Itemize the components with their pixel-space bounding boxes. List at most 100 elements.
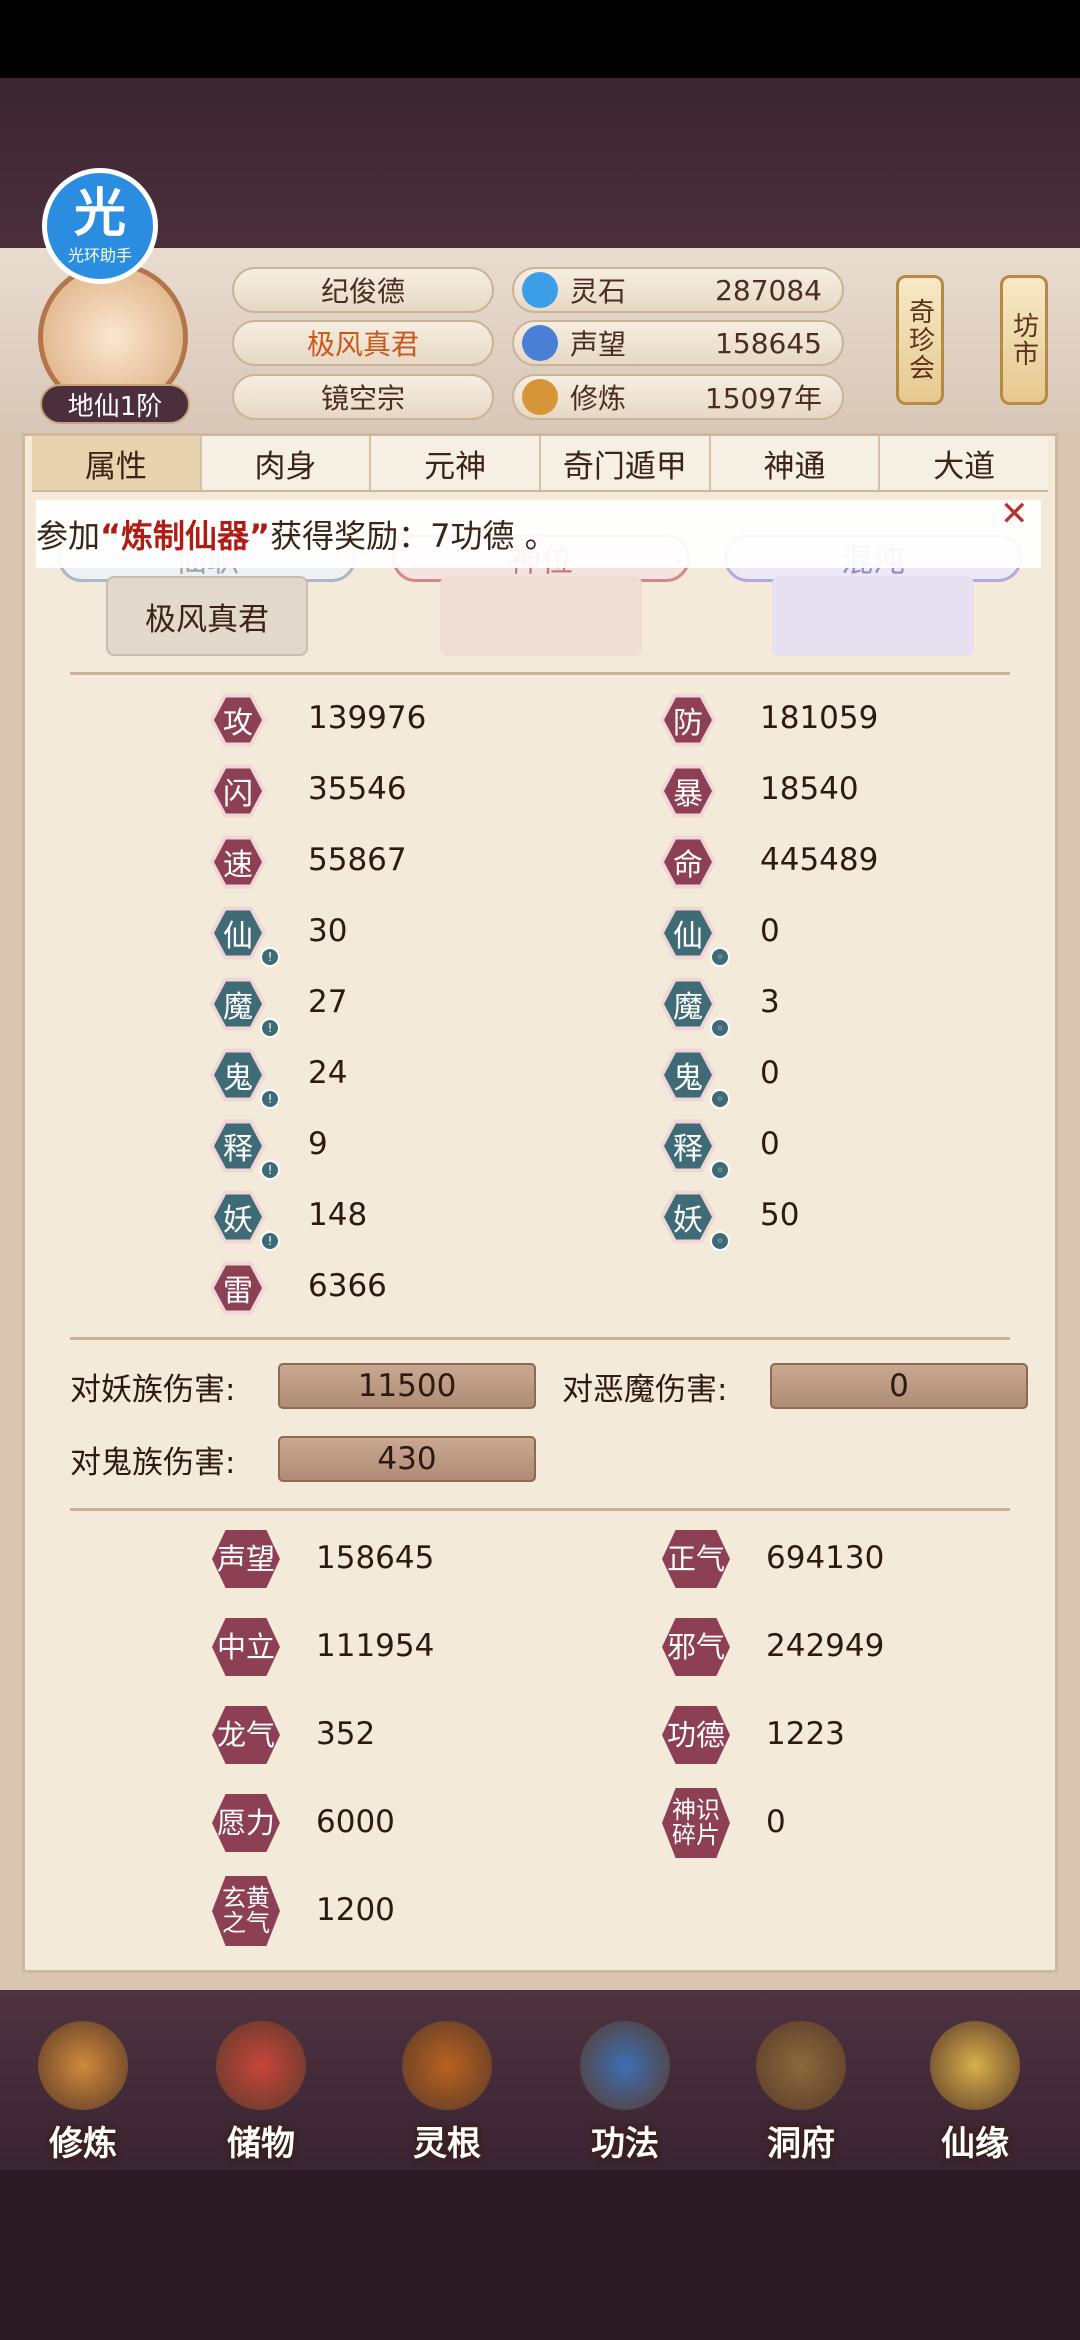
halo-assistant-button[interactable]: 光 光环助手 xyxy=(42,168,158,284)
stat-glyph: 释 xyxy=(664,1123,712,1169)
stat-value-left-3: 30 xyxy=(308,913,348,949)
resource-value: 287084 xyxy=(715,273,822,307)
stat-value-left-6: 9 xyxy=(308,1126,328,1162)
nav-spirit-root[interactable]: 灵根 xyxy=(382,2015,512,2165)
top-banner xyxy=(0,78,1080,248)
stat-value-right-3: 0 xyxy=(760,913,780,949)
tab-body[interactable]: 肉身 xyxy=(202,436,372,490)
tab-attributes[interactable]: 属性 xyxy=(32,436,202,490)
stat-glyph: 仙 xyxy=(214,910,262,956)
stat-glyph: 闪 xyxy=(214,768,262,814)
nav-label: 灵根 xyxy=(413,2124,481,2164)
info-icon[interactable]: ! xyxy=(260,1089,280,1109)
nav-cultivate[interactable]: 修炼 xyxy=(18,2015,148,2165)
damage-value-evil-demon: 0 xyxy=(770,1363,1028,1409)
resource-reputation: 声望 158645 xyxy=(512,320,844,366)
divider xyxy=(70,1337,1010,1340)
stat-glyph: 妖 xyxy=(214,1194,262,1240)
dragon-qi-stat-icon: 龙气 xyxy=(212,1706,280,1764)
neutral-stat-value: 111954 xyxy=(316,1628,435,1664)
stat-glyph: 防 xyxy=(664,697,712,743)
divine-rank-value xyxy=(440,576,642,656)
close-icon[interactable]: ✕ xyxy=(1000,494,1029,534)
info-icon[interactable]: ! xyxy=(260,947,280,967)
info-icon[interactable]: ! xyxy=(260,1231,280,1251)
shield-icon[interactable]: ◦ xyxy=(710,1018,730,1038)
halo-glyph: 光 xyxy=(73,184,126,244)
damage-label-evil-demon: 对恶魔伤害: xyxy=(562,1372,728,1408)
tab-qimen[interactable]: 奇门遁甲 xyxy=(541,436,711,490)
storage-bag-icon xyxy=(216,2021,306,2110)
righteous-stat-icon: 正气 xyxy=(662,1530,730,1588)
stat-glyph: 魔 xyxy=(214,981,262,1027)
stat-value-right-5: 0 xyxy=(760,1055,780,1091)
stat-value-left-8: 6366 xyxy=(308,1268,387,1304)
stat-value-right-2: 445489 xyxy=(760,842,879,878)
treasure-auction-button[interactable]: 奇珍会 xyxy=(896,275,944,405)
player-sect: 镜空宗 xyxy=(232,374,494,420)
resource-cultivation: 修炼 15097年 xyxy=(512,374,844,420)
stat-value-right-0: 181059 xyxy=(760,700,879,736)
reputation-stat-icon: 声望 xyxy=(212,1530,280,1588)
stat-value-left-0: 139976 xyxy=(308,700,427,736)
stat-glyph: 魔 xyxy=(664,981,712,1027)
evil-stat-icon: 邪气 xyxy=(662,1618,730,1676)
stat-glyph: 鬼 xyxy=(664,1052,712,1098)
stat-value-left-4: 27 xyxy=(308,984,348,1020)
status-bar xyxy=(0,0,1080,78)
stat-glyph: 释 xyxy=(214,1123,262,1169)
player-name: 纪俊德 xyxy=(232,267,494,313)
nav-label: 储物 xyxy=(227,2124,295,2164)
stat-glyph: 仙 xyxy=(664,910,712,956)
stat-glyph: 攻 xyxy=(214,697,262,743)
righteous-stat-value: 694130 xyxy=(766,1540,885,1576)
stat-value-left-1: 35546 xyxy=(308,771,407,807)
stat-value-left-2: 55867 xyxy=(308,842,407,878)
dragon-qi-stat-value: 352 xyxy=(316,1716,376,1752)
notice-suffix: 获得奖励：7功德 。 xyxy=(270,517,557,555)
nav-technique-book[interactable]: 功法 xyxy=(560,2015,690,2165)
shield-icon[interactable]: ◦ xyxy=(710,1089,730,1109)
stat-glyph: 妖 xyxy=(664,1194,712,1240)
stat-glyph: 速 xyxy=(214,839,262,885)
attribute-panel-inner xyxy=(22,433,1058,1973)
shield-icon[interactable]: ◦ xyxy=(710,1231,730,1251)
tab-divine-arts[interactable]: 神通 xyxy=(711,436,881,490)
tab-great-dao[interactable]: 大道 xyxy=(880,436,1048,490)
wish-power-stat-icon: 愿力 xyxy=(212,1794,280,1852)
nav-label: 洞府 xyxy=(767,2124,835,2164)
stat-value-right-1: 18540 xyxy=(760,771,859,807)
soul-shard-stat-icon: 神识 碎片 xyxy=(662,1788,730,1858)
info-icon[interactable]: ! xyxy=(260,1018,280,1038)
evil-stat-value: 242949 xyxy=(766,1628,885,1664)
nav-label: 修炼 xyxy=(49,2124,117,2164)
market-button[interactable]: 坊市 xyxy=(1000,275,1048,405)
notice-prefix: 参加 xyxy=(36,517,101,555)
rank-badge: 地仙1阶 xyxy=(40,384,190,424)
attribute-tabs: 属性 肉身 元神 奇门遁甲 神通 大道 xyxy=(32,436,1048,492)
shield-icon[interactable]: ◦ xyxy=(710,1160,730,1180)
stat-value-left-7: 148 xyxy=(308,1197,368,1233)
damage-value-ghost-race: 430 xyxy=(278,1436,536,1482)
reputation-icon xyxy=(522,325,558,361)
nav-storage-bag[interactable]: 储物 xyxy=(196,2015,326,2165)
damage-value-demon-race: 11500 xyxy=(278,1363,536,1409)
nav-immortal-fate[interactable]: 仙缘 xyxy=(910,2015,1040,2165)
resource-value: 158645 xyxy=(715,326,822,360)
merit-stat-icon: 功德 xyxy=(662,1706,730,1764)
nav-label: 仙缘 xyxy=(941,2124,1009,2164)
wish-power-stat-value: 6000 xyxy=(316,1804,395,1840)
shield-icon[interactable]: ◦ xyxy=(710,947,730,967)
tab-spirit[interactable]: 元神 xyxy=(371,436,542,490)
cultivate-icon xyxy=(38,2021,128,2110)
info-icon[interactable]: ! xyxy=(260,1160,280,1180)
divider xyxy=(70,1508,1010,1511)
immortal-fate-icon xyxy=(930,2021,1020,2110)
spirit-root-icon xyxy=(402,2021,492,2110)
resource-spirit-stone: 灵石 287084 xyxy=(512,267,844,313)
merit-stat-value: 1223 xyxy=(766,1716,845,1752)
stat-glyph: 暴 xyxy=(664,768,712,814)
cultivation-icon xyxy=(522,379,558,415)
resource-label: 声望 xyxy=(570,328,627,361)
nav-cave-dwelling[interactable]: 洞府 xyxy=(736,2015,866,2165)
